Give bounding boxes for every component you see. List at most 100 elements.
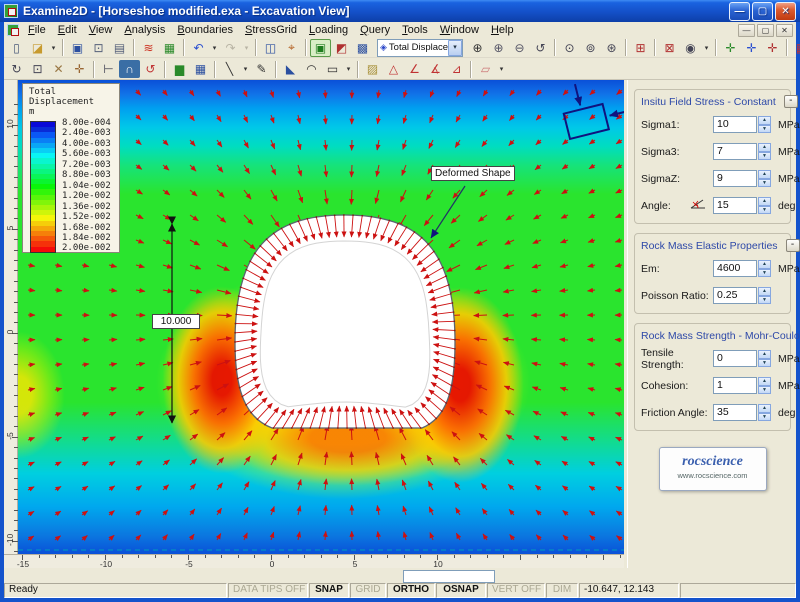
draw-rectangle-caret[interactable]: ▾ bbox=[343, 60, 354, 78]
rocscience-logo-button[interactable]: rocsciencewww.rocscience.com bbox=[659, 447, 767, 491]
zoom-out-button[interactable]: ⊖ bbox=[509, 39, 530, 57]
status-toggle-grid[interactable]: GRID bbox=[350, 583, 386, 598]
status-toggle-snap[interactable]: SNAP bbox=[309, 583, 349, 598]
zoom-window-button[interactable]: ⊙ bbox=[559, 39, 580, 57]
spin-up-button[interactable]: ▲ bbox=[758, 197, 771, 206]
spin-down-button[interactable]: ▼ bbox=[758, 152, 771, 161]
maximize-button[interactable]: ▢ bbox=[752, 2, 773, 21]
menu-loading[interactable]: Loading bbox=[303, 23, 354, 37]
print-button[interactable]: ▤ bbox=[109, 39, 130, 57]
query-point-button[interactable]: ◉ bbox=[680, 39, 701, 57]
stress-grid-button[interactable]: ▦ bbox=[791, 39, 800, 57]
em-input[interactable]: 4600 bbox=[713, 260, 757, 277]
menu-file[interactable]: File bbox=[22, 23, 52, 37]
resize-window-button[interactable]: ⊡ bbox=[27, 60, 48, 78]
poisson-ratio-input[interactable]: 0.25 bbox=[713, 287, 757, 304]
measure-angle1-button[interactable]: ∠ bbox=[404, 60, 425, 78]
move-vertices-button[interactable]: ✛ bbox=[720, 39, 741, 57]
measure-angle3-button[interactable]: ⊿ bbox=[446, 60, 467, 78]
rotate-excavation-button[interactable]: ↺ bbox=[140, 60, 161, 78]
zoom-selection-button[interactable]: ⊚ bbox=[580, 39, 601, 57]
spin-down-button[interactable]: ▼ bbox=[758, 296, 771, 305]
excavation-boundary-button[interactable]: ∩ bbox=[119, 60, 140, 78]
friction-angle-input[interactable]: 35 bbox=[713, 404, 757, 421]
cohesion-input[interactable]: 1 bbox=[713, 377, 757, 394]
spin-up-button[interactable]: ▲ bbox=[758, 116, 771, 125]
add-vertex-button[interactable]: ✛ bbox=[741, 39, 762, 57]
open-file-button[interactable]: ◪ bbox=[27, 39, 48, 57]
draw-pencil-button[interactable]: ✎ bbox=[251, 60, 272, 78]
menu-view[interactable]: View bbox=[83, 23, 119, 37]
child-window-icon[interactable] bbox=[7, 24, 19, 36]
query-caret[interactable]: ▾ bbox=[701, 39, 712, 57]
undo-button[interactable]: ↶ bbox=[188, 39, 209, 57]
dimension-tool-button[interactable]: ⊢ bbox=[98, 60, 119, 78]
sigma1-input[interactable]: 10 bbox=[713, 116, 757, 133]
menu-analysis[interactable]: Analysis bbox=[118, 23, 171, 37]
draw-arc-button[interactable]: ◠ bbox=[301, 60, 322, 78]
tensile-strength-input[interactable]: 0 bbox=[713, 350, 757, 367]
chart-view-button[interactable]: ▆ bbox=[169, 60, 190, 78]
menu-boundaries[interactable]: Boundaries bbox=[171, 23, 239, 37]
zoom-pan-button[interactable]: ⊛ bbox=[601, 39, 622, 57]
menu-query[interactable]: Query bbox=[354, 23, 396, 37]
sidebar-panel-button[interactable]: ◫ bbox=[260, 39, 281, 57]
eraser-button[interactable]: ▱ bbox=[475, 60, 496, 78]
pan-hand-button[interactable]: ✛ bbox=[69, 60, 90, 78]
status-toggle-dim[interactable]: DIM bbox=[546, 583, 578, 598]
spin-down-button[interactable]: ▼ bbox=[758, 269, 771, 278]
spin-up-button[interactable]: ▲ bbox=[758, 260, 771, 269]
spin-up-button[interactable]: ▲ bbox=[758, 404, 771, 413]
sigma3-input[interactable]: 7 bbox=[713, 143, 757, 160]
combo-dropdown-arrow-icon[interactable]: ▾ bbox=[448, 40, 462, 56]
undo-caret[interactable]: ▾ bbox=[209, 39, 220, 57]
title-bar[interactable]: Examine2D - [Horseshoe modified.exa - Ex… bbox=[0, 0, 800, 22]
draw-line-caret[interactable]: ▾ bbox=[240, 60, 251, 78]
excavation-display-button[interactable]: ▣ bbox=[310, 39, 331, 57]
insert-image-button[interactable]: ▨ bbox=[362, 60, 383, 78]
display-mode-combobox[interactable]: ◈ Total Displacement ▾ bbox=[377, 39, 463, 57]
status-toggle-data-tips-off[interactable]: DATA TIPS OFF bbox=[228, 583, 308, 598]
zoom-previous-button[interactable]: ↺ bbox=[530, 39, 551, 57]
spin-up-button[interactable]: ▲ bbox=[758, 143, 771, 152]
add-excavation-button[interactable]: ⊞ bbox=[630, 39, 651, 57]
menu-stressgrid[interactable]: StressGrid bbox=[239, 23, 303, 37]
contour-options-button[interactable]: ≋ bbox=[138, 39, 159, 57]
excavation-view-canvas[interactable]: Deformed Shape 10.000 Total Displacement… bbox=[18, 80, 624, 554]
trajectory-tool-button[interactable]: ⌖ bbox=[281, 39, 302, 57]
sigmaz-input[interactable]: 9 bbox=[713, 170, 757, 187]
menu-window[interactable]: Window bbox=[434, 23, 485, 37]
spin-down-button[interactable]: ▼ bbox=[758, 125, 771, 134]
print-preview-button[interactable]: ⊡ bbox=[88, 39, 109, 57]
spin-down-button[interactable]: ▼ bbox=[758, 206, 771, 215]
draw-rectangle-button[interactable]: ▭ bbox=[322, 60, 343, 78]
delete-boundary-button[interactable]: ⊠ bbox=[659, 39, 680, 57]
measure-triangle-button[interactable]: △ bbox=[383, 60, 404, 78]
status-toggle-ortho[interactable]: ORTHO bbox=[387, 583, 435, 598]
menu-tools[interactable]: Tools bbox=[396, 23, 434, 37]
delete-vertex-button[interactable]: ✛ bbox=[762, 39, 783, 57]
spin-up-button[interactable]: ▲ bbox=[758, 170, 771, 179]
minimize-button[interactable]: — bbox=[729, 2, 750, 21]
rock-mass-elastic-properties-collapse-button[interactable]: - bbox=[786, 239, 800, 252]
child-close-button[interactable]: ✕ bbox=[776, 24, 793, 37]
angle-input[interactable]: 15 bbox=[713, 197, 757, 214]
export-grid-button[interactable]: ▦ bbox=[190, 60, 211, 78]
cut-selection-button[interactable]: ✕ bbox=[48, 60, 69, 78]
draw-polygon-button[interactable]: ◣ bbox=[280, 60, 301, 78]
status-toggle-osnap[interactable]: OSNAP bbox=[436, 583, 486, 598]
spin-up-button[interactable]: ▲ bbox=[758, 377, 771, 386]
save-button[interactable]: ▣ bbox=[67, 39, 88, 57]
child-minimize-button[interactable]: — bbox=[738, 24, 755, 37]
prompt-box[interactable] bbox=[403, 570, 495, 583]
new-file-button[interactable]: ▯ bbox=[6, 39, 27, 57]
project-settings-button[interactable]: ▩ bbox=[352, 39, 373, 57]
eraser-caret[interactable]: ▾ bbox=[496, 60, 507, 78]
spin-up-button[interactable]: ▲ bbox=[758, 350, 771, 359]
spin-down-button[interactable]: ▼ bbox=[758, 179, 771, 188]
spin-down-button[interactable]: ▼ bbox=[758, 413, 771, 422]
spin-down-button[interactable]: ▼ bbox=[758, 359, 771, 368]
spin-up-button[interactable]: ▲ bbox=[758, 287, 771, 296]
menu-edit[interactable]: Edit bbox=[52, 23, 83, 37]
close-button[interactable]: ✕ bbox=[775, 2, 796, 21]
